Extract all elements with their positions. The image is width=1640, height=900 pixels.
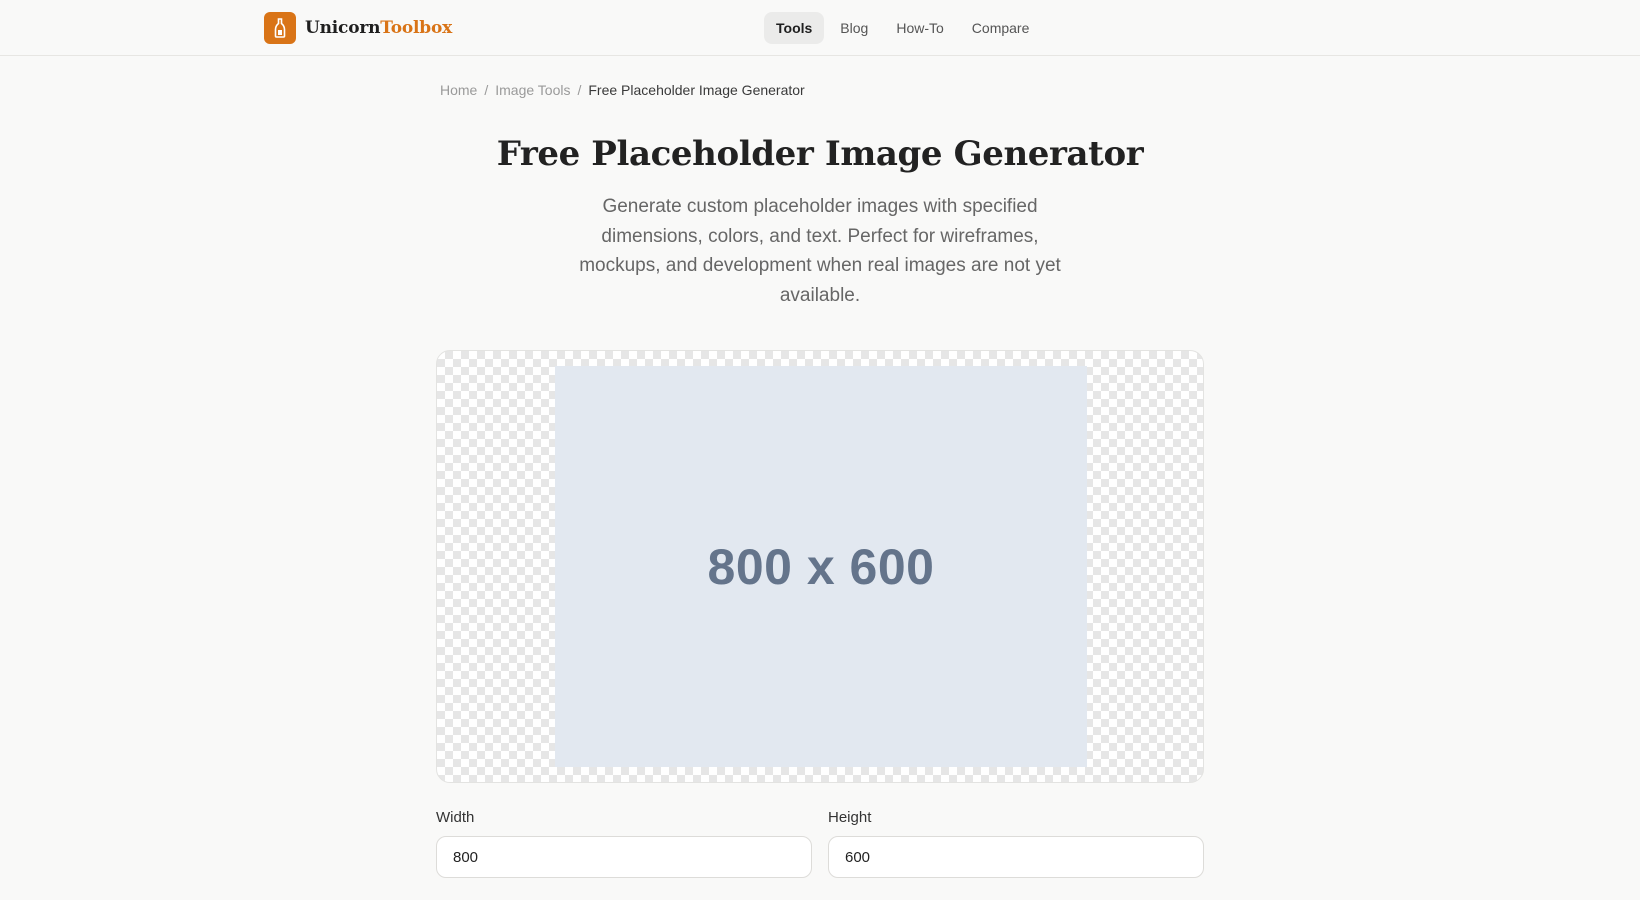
placeholder-image: 800 x 600	[555, 366, 1087, 767]
page-title: Free Placeholder Image Generator	[496, 134, 1144, 174]
site-header: UnicornToolbox Tools Blog How-To Compare	[0, 0, 1640, 56]
nav-item-compare[interactable]: Compare	[960, 12, 1042, 44]
breadcrumb-separator: /	[484, 82, 489, 98]
brand-name: UnicornToolbox	[305, 18, 452, 38]
breadcrumb-current: Free Placeholder Image Generator	[588, 82, 805, 98]
breadcrumb: Home / Image Tools / Free Placeholder Im…	[440, 82, 805, 98]
height-input[interactable]	[828, 836, 1204, 878]
breadcrumb-image-tools[interactable]: Image Tools	[495, 82, 570, 98]
brand-logo[interactable]: UnicornToolbox	[264, 12, 452, 44]
page-subtitle: Generate custom placeholder images with …	[579, 196, 1061, 306]
width-label: Width	[436, 809, 475, 826]
width-input[interactable]	[436, 836, 812, 878]
height-label: Height	[828, 809, 872, 826]
brand-name-part2: Toolbox	[380, 18, 453, 38]
nav-item-tools[interactable]: Tools	[764, 12, 825, 44]
bottle-icon	[264, 12, 296, 44]
placeholder-dimensions-text: 800 x 600	[707, 538, 935, 595]
breadcrumb-separator: /	[577, 82, 582, 98]
breadcrumb-home[interactable]: Home	[440, 82, 477, 98]
main-nav: Tools Blog How-To Compare	[764, 12, 1045, 44]
brand-name-part1: Unicorn	[305, 18, 381, 38]
image-preview: 800 x 600	[436, 350, 1204, 783]
nav-item-how-to[interactable]: How-To	[884, 12, 955, 44]
nav-item-blog[interactable]: Blog	[828, 12, 880, 44]
